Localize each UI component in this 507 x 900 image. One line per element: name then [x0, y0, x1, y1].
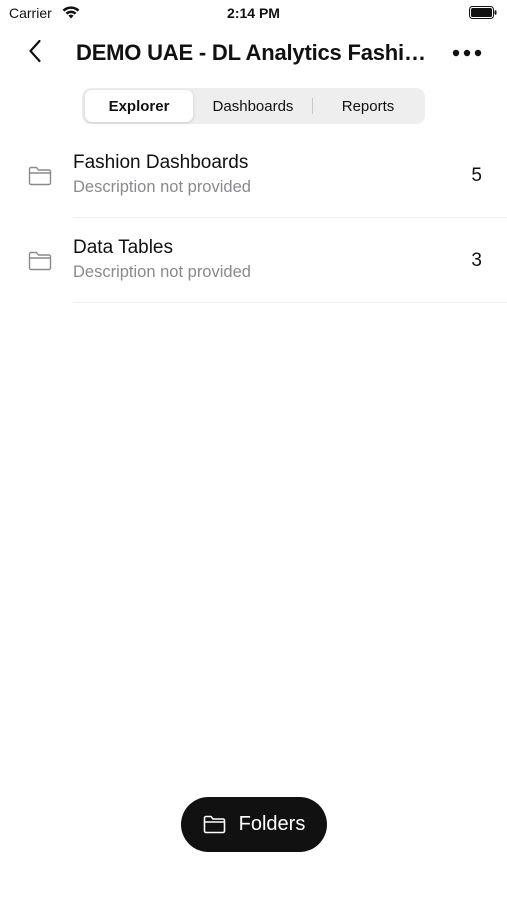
list-item[interactable]: Data Tables Description not provided 3	[0, 218, 507, 303]
folder-icon	[28, 251, 52, 271]
navigation-bar: DEMO UAE - DL Analytics Fashion Dashboar…	[0, 30, 507, 76]
ellipsis-icon	[452, 44, 482, 62]
folders-button[interactable]: Folders	[181, 797, 327, 852]
folder-count: 5	[471, 165, 482, 186]
tab-dashboards[interactable]: Dashboards	[195, 90, 311, 122]
chevron-left-icon	[28, 39, 42, 68]
tab-explorer[interactable]: Explorer	[85, 90, 193, 122]
battery-icon	[469, 6, 497, 19]
folder-description: Description not provided	[73, 263, 251, 281]
folder-icon	[28, 166, 52, 186]
back-button[interactable]	[18, 38, 52, 68]
page-title: DEMO UAE - DL Analytics Fashion Dashboar…	[76, 40, 438, 65]
folders-button-label: Folders	[238, 813, 306, 835]
folder-title: Fashion Dashboards	[73, 152, 249, 173]
list-item[interactable]: Fashion Dashboards Description not provi…	[0, 133, 507, 218]
status-bar: Carrier 2:14 PM	[0, 0, 507, 28]
folder-description: Description not provided	[73, 178, 251, 196]
folder-list: Fashion Dashboards Description not provi…	[0, 133, 507, 303]
tab-reports[interactable]: Reports	[313, 90, 423, 122]
clock: 2:14 PM	[227, 5, 280, 21]
folder-count: 3	[471, 250, 482, 271]
separator	[73, 302, 507, 303]
more-button[interactable]	[447, 40, 487, 66]
folder-icon	[203, 815, 226, 834]
folder-title: Data Tables	[73, 237, 173, 258]
view-segmented-control: Explorer Dashboards Reports	[82, 88, 425, 124]
